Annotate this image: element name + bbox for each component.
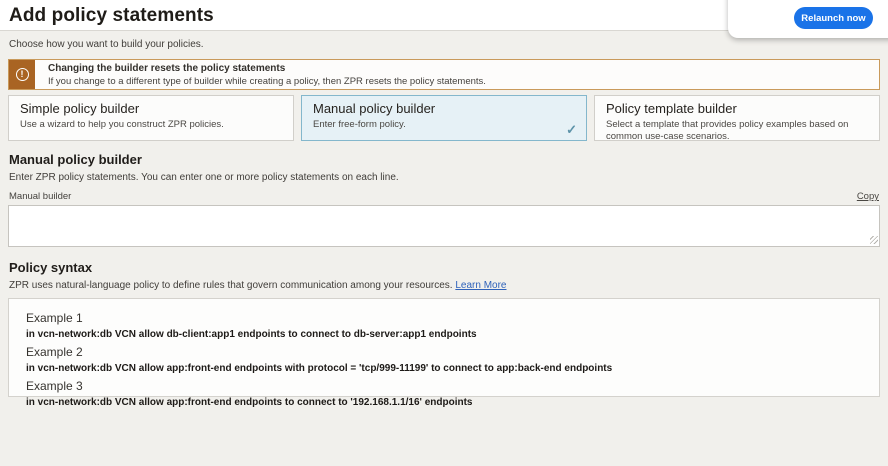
intro-text: Choose how you want to build your polici… bbox=[9, 39, 880, 50]
card-simple-policy-builder[interactable]: Simple policy builder Use a wizard to he… bbox=[8, 95, 294, 141]
policy-syntax-heading: Policy syntax bbox=[9, 260, 880, 275]
warning-banner: ! Changing the builder resets the policy… bbox=[8, 59, 880, 90]
copy-link[interactable]: Copy bbox=[857, 191, 879, 202]
example-label: Example 1 bbox=[26, 311, 862, 325]
card-manual-policy-builder[interactable]: Manual policy builder Enter free-form po… bbox=[301, 95, 587, 141]
learn-more-link[interactable]: Learn More bbox=[455, 280, 506, 291]
alert-icon: ! bbox=[16, 68, 29, 81]
policy-examples-panel: Example 1 in vcn-network:db VCN allow db… bbox=[8, 298, 880, 397]
example-statement: in vcn-network:db VCN allow app:front-en… bbox=[26, 397, 862, 408]
main-content: Choose how you want to build your polici… bbox=[0, 31, 888, 397]
card-policy-template-builder[interactable]: Policy template builder Select a templat… bbox=[594, 95, 880, 141]
card-title: Simple policy builder bbox=[20, 101, 282, 116]
example-label: Example 3 bbox=[26, 379, 862, 393]
warning-banner-accent: ! bbox=[9, 60, 35, 89]
manual-builder-field-label: Manual builder bbox=[9, 191, 71, 202]
example-statement: in vcn-network:db VCN allow db-client:ap… bbox=[26, 329, 862, 340]
resize-handle-icon[interactable] bbox=[870, 236, 878, 244]
card-description: Enter free-form policy. bbox=[313, 119, 575, 131]
warning-banner-title: Changing the builder resets the policy s… bbox=[48, 63, 486, 74]
manual-builder-textarea-wrap bbox=[8, 205, 880, 247]
manual-builder-description: Enter ZPR policy statements. You can ent… bbox=[9, 172, 880, 183]
policy-syntax-description-text: ZPR uses natural-language policy to defi… bbox=[9, 280, 453, 291]
card-title: Policy template builder bbox=[606, 101, 868, 116]
builder-card-row: Simple policy builder Use a wizard to he… bbox=[8, 95, 880, 141]
warning-banner-body: If you change to a different type of bui… bbox=[48, 76, 486, 87]
card-description: Select a template that provides policy e… bbox=[606, 119, 868, 143]
checkmark-icon: ✓ bbox=[566, 122, 577, 138]
manual-builder-heading: Manual policy builder bbox=[9, 152, 880, 167]
manual-builder-field-row: Manual builder Copy bbox=[9, 191, 879, 202]
policy-syntax-description: ZPR uses natural-language policy to defi… bbox=[9, 280, 880, 291]
card-title: Manual policy builder bbox=[313, 101, 575, 116]
relaunch-now-button[interactable]: Relaunch now bbox=[794, 7, 873, 29]
warning-banner-text: Changing the builder resets the policy s… bbox=[35, 60, 486, 89]
manual-builder-textarea[interactable] bbox=[8, 205, 880, 247]
browser-update-toast: relaunch Chrome to apply the update Rela… bbox=[728, 0, 888, 38]
example-statement: in vcn-network:db VCN allow app:front-en… bbox=[26, 363, 862, 374]
card-description: Use a wizard to help you construct ZPR p… bbox=[20, 119, 282, 131]
example-label: Example 2 bbox=[26, 345, 862, 359]
